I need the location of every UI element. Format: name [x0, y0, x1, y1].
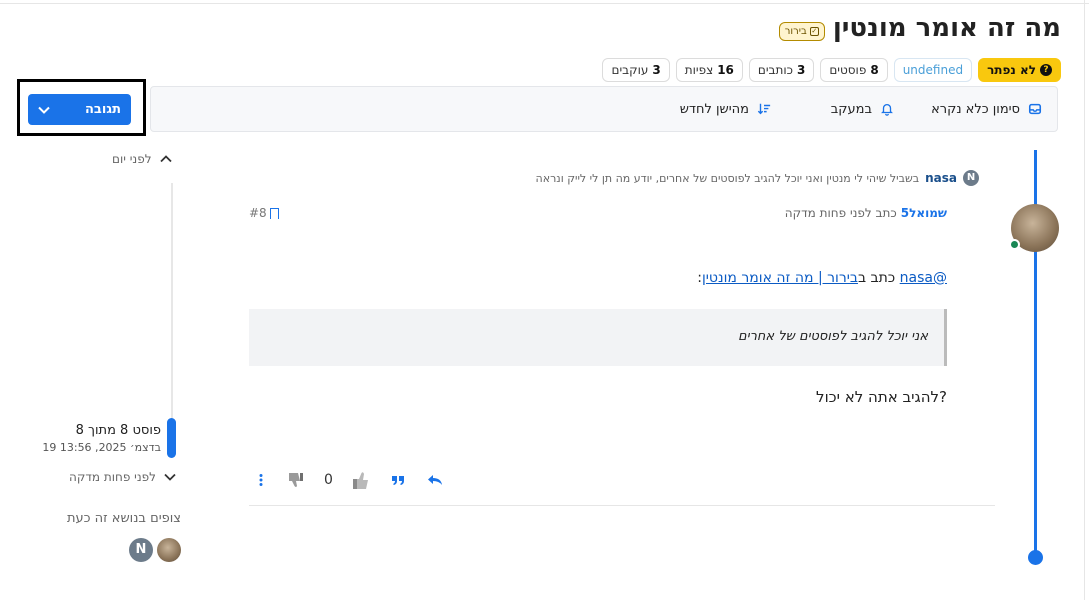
views-label: צפיות — [684, 63, 714, 77]
followers-stat[interactable]: 3 עוקבים — [602, 58, 670, 82]
reply-button[interactable]: תגובה — [28, 94, 131, 125]
navigator-position: פוסט 8 מתוך 8 19 בדצמ׳ 2025, 13:56 — [42, 423, 161, 454]
writers-count: 3 — [796, 63, 806, 77]
post-author[interactable]: שמואל5 — [901, 206, 947, 220]
top-border — [0, 3, 1089, 4]
mark-unread-label: סימון כלא נקרא — [931, 101, 1020, 117]
thumbs-up-icon[interactable] — [351, 469, 373, 491]
post-meta: שמואל5 כתב לפני פחות מדקה — [785, 206, 947, 220]
nav-top-label: לפני יום — [112, 152, 152, 166]
parent-username[interactable]: nasa — [925, 171, 957, 185]
watcher-avatar-1[interactable] — [157, 538, 181, 562]
post-number: #8 — [249, 206, 267, 220]
post-body: להגיב אתה לא יכול? — [816, 388, 947, 406]
watchers-title: צופים בנושא זה כעת — [66, 511, 181, 526]
topic-link[interactable]: בירור | מה זה אומר מונטין — [702, 270, 858, 286]
posts-label: פוסטים — [829, 63, 867, 77]
post-index[interactable]: #8 — [249, 206, 279, 222]
status-badge: ? לא נפתר — [978, 58, 1061, 82]
parent-post-reference[interactable]: N nasa בשביל שיהי לי מנטין ואני יוכל להג… — [536, 170, 979, 186]
topic-header: מה זה אומר מונטין ✓ בירור — [778, 10, 1061, 46]
navigator-handle[interactable] — [167, 418, 176, 458]
parent-avatar: N — [963, 170, 979, 186]
question-icon: ? — [1040, 64, 1052, 76]
chevron-up-icon[interactable] — [159, 155, 172, 163]
topic-toolbar: סימון כלא נקרא במעקב מהישן לחדש — [150, 86, 1058, 132]
posts-count: 8 — [870, 63, 879, 77]
nav-bottom[interactable]: לפני פחות מדקה — [69, 470, 176, 484]
sort-icon — [757, 103, 771, 115]
chevron-down-icon[interactable] — [38, 103, 50, 117]
inbox-icon — [1028, 103, 1042, 115]
blockquote: אני יוכל להגיב לפוסטים של אחרים — [249, 309, 947, 366]
navigator-track[interactable] — [171, 183, 173, 458]
sort-label: מהישן לחדש — [679, 101, 749, 117]
reply-arrow-icon[interactable] — [427, 473, 443, 487]
quote-icon[interactable] — [391, 474, 405, 486]
category-label: בירור — [784, 25, 807, 37]
mark-unread-button[interactable]: סימון כלא נקרא — [931, 87, 1042, 131]
thumbs-down-icon[interactable] — [285, 470, 305, 490]
current-post-date: 19 בדצמ׳ 2025, 13:56 — [42, 441, 161, 454]
views-count: 16 — [717, 63, 734, 77]
right-border — [1084, 0, 1085, 600]
watching-button[interactable]: במעקב — [831, 87, 894, 131]
post-actions: 0 — [258, 466, 443, 494]
reply-label: תגובה — [84, 102, 121, 117]
writers-label: כותבים — [757, 63, 793, 77]
followers-count: 3 — [652, 63, 661, 77]
views-stat: 16 צפיות — [675, 58, 743, 82]
sort-button[interactable]: מהישן לחדש — [680, 87, 771, 131]
wrote-in-text: כתב ב — [857, 270, 900, 286]
current-post-label: פוסט 8 מתוך 8 — [75, 423, 161, 438]
parent-excerpt: בשביל שיהי לי מנטין ואני יוכל להגיב לפוס… — [535, 171, 920, 185]
more-vertical-icon[interactable] — [258, 473, 264, 487]
vote-count: 0 — [324, 472, 333, 488]
mention-link[interactable]: @nasa — [900, 270, 947, 286]
topic-stats: ? לא נפתר undefined 8 פוסטים 3 כותבים 16… — [602, 58, 1061, 82]
quote-header: @nasa כתב בבירור | מה זה אומר מונטין: — [697, 270, 947, 286]
check-square-icon: ✓ — [809, 26, 819, 36]
nav-top[interactable]: לפני יום — [112, 152, 172, 166]
writers-stat: 3 כותבים — [748, 58, 815, 82]
category-badge[interactable]: ✓ בירור — [778, 21, 825, 41]
blockquote-text: אני יוכל להגיב לפוסטים של אחרים — [738, 329, 928, 344]
chevron-down-icon[interactable] — [164, 473, 176, 481]
bell-icon — [881, 103, 893, 116]
undefined-label: undefined — [902, 63, 964, 77]
posts-stat: 8 פוסטים — [820, 58, 888, 82]
watching-label: במעקב — [830, 101, 872, 117]
bookmark-icon[interactable] — [269, 207, 279, 222]
followers-label: עוקבים — [611, 63, 649, 77]
post-time[interactable]: כתב לפני פחות מדקה — [785, 206, 897, 220]
nav-bottom-label: לפני פחות מדקה — [69, 470, 156, 484]
page-title: מה זה אומר מונטין — [832, 13, 1061, 43]
post-separator — [249, 505, 995, 506]
timeline-end-dot — [1028, 550, 1043, 565]
status-label: לא נפתר — [987, 63, 1036, 77]
online-status-icon — [1009, 239, 1020, 250]
watcher-avatar-2[interactable]: N — [129, 538, 153, 562]
undefined-badge: undefined — [893, 58, 973, 82]
